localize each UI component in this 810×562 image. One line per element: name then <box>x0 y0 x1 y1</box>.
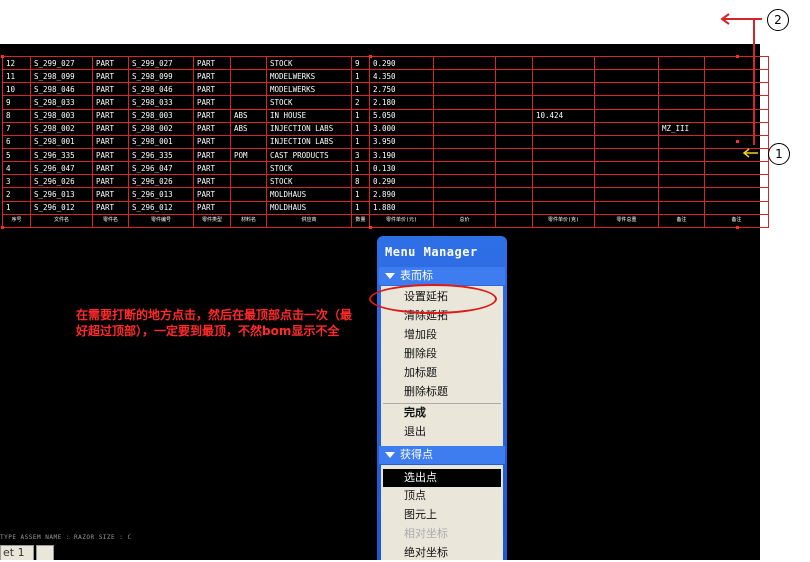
callout-number-2: 2 <box>767 9 789 31</box>
yellow-arrow-icon <box>742 148 758 158</box>
callout-number-1: 1 <box>768 143 790 165</box>
callout-overlay <box>720 13 762 158</box>
callout-bracket <box>720 13 762 145</box>
